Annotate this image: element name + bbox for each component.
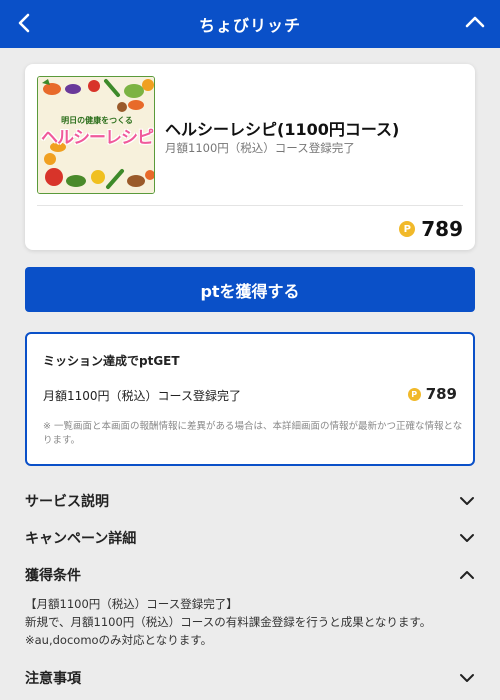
page-title: ちょびリッチ <box>198 16 301 35</box>
chevron-down-icon <box>460 497 474 505</box>
mission-points-value: 789 <box>425 385 457 403</box>
condition-note: ※au,docomoのみ対応となります。 <box>25 633 213 647</box>
chevron-down-icon <box>460 534 474 542</box>
chevron-up-icon[interactable] <box>464 12 486 34</box>
accordion-acquisition-conditions[interactable]: 獲得条件 <box>25 564 475 586</box>
acquisition-conditions-body: 【月額1100円（税込）コース登録完了】 新規で、月額1100円（税込）コースの… <box>25 595 475 649</box>
condition-text: 新規で、月額1100円（税込）コースの有料課金登録を行うと成果となります。 <box>25 615 432 629</box>
accordion-label: 獲得条件 <box>25 568 81 584</box>
condition-heading: 【月額1100円（税込）コース登録完了】 <box>25 597 238 611</box>
get-points-button[interactable]: ptを獲得する <box>25 267 475 312</box>
chevron-down-icon <box>460 674 474 682</box>
point-coin-icon: P <box>407 387 421 401</box>
accordion-label: サービス説明 <box>25 494 109 510</box>
accordion-label: 注意事項 <box>25 671 81 687</box>
point-coin-icon: P <box>399 221 416 237</box>
mission-points: P 789 <box>407 385 457 403</box>
mission-note: ※ 一覧画面と本画面の報酬情報に差異がある場合は、本詳細画面の情報が最新かつ正確… <box>43 421 463 446</box>
accordion-service-description[interactable]: サービス説明 <box>25 490 475 512</box>
offer-subtitle: 月額1100円（税込）コース登録完了 <box>165 141 355 155</box>
divider <box>37 205 463 206</box>
offer-card: 明日の健康をつくる ヘルシーレシピ ヘルシーレシピ(1100円コース) 月額11… <box>25 64 475 250</box>
accordion-label: キャンペーン詳細 <box>25 531 137 547</box>
mission-title: ミッション達成でptGET <box>43 354 180 368</box>
mission-box: ミッション達成でptGET 月額1100円（税込）コース登録完了 P 789 ※… <box>25 332 475 466</box>
chevron-left-icon[interactable] <box>14 12 36 34</box>
thumbnail-logo: ヘルシーレシピ <box>41 128 154 148</box>
accordion-campaign-details[interactable]: キャンペーン詳細 <box>25 527 475 549</box>
accordion-notes[interactable]: 注意事項 <box>25 667 475 689</box>
points-value: 789 <box>421 217 463 241</box>
offer-title: ヘルシーレシピ(1100円コース) <box>165 120 400 139</box>
chevron-up-icon <box>460 571 474 579</box>
offer-thumbnail: 明日の健康をつくる ヘルシーレシピ <box>37 76 155 194</box>
app-header: ちょびリッチ <box>0 0 500 48</box>
offer-points: P 789 <box>399 216 463 242</box>
mission-condition: 月額1100円（税込）コース登録完了 <box>43 389 241 403</box>
